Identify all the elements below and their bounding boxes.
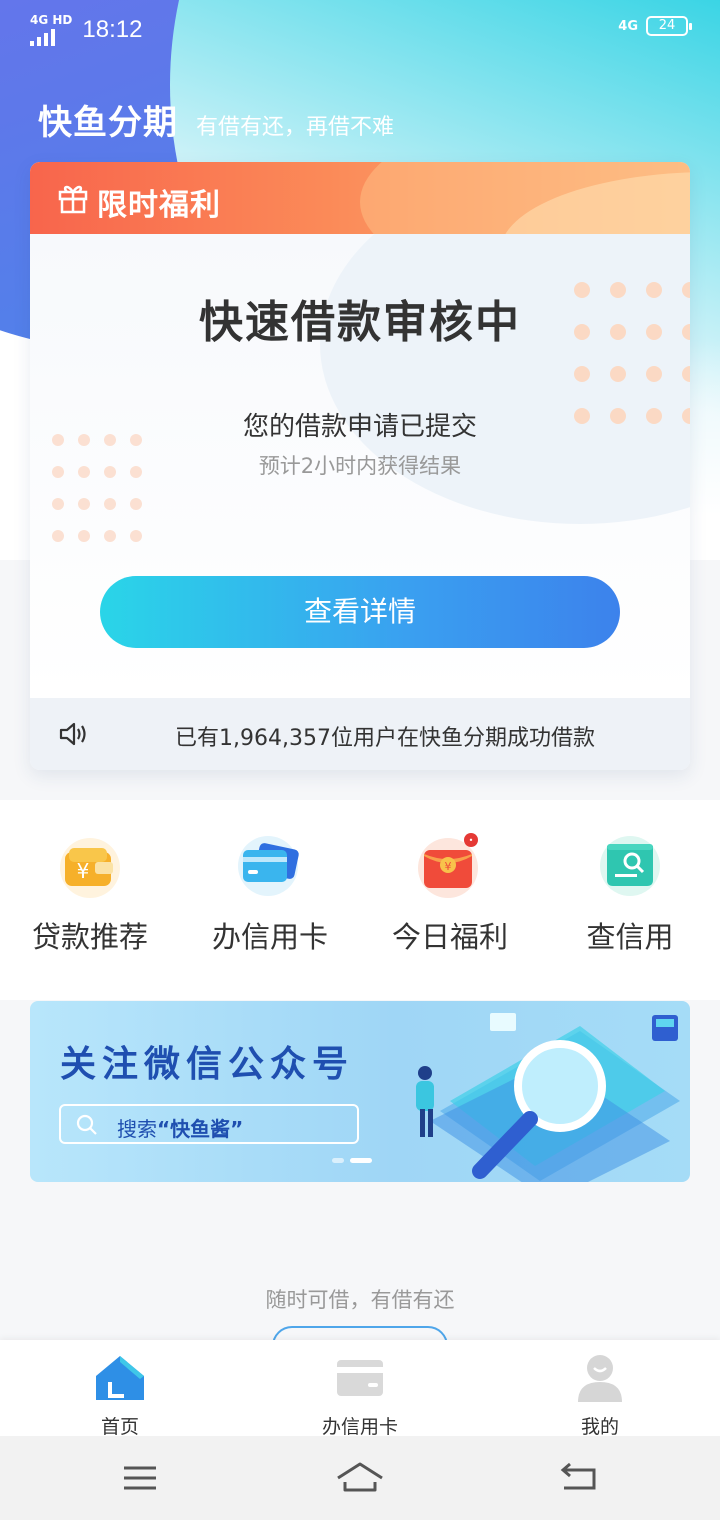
tab-label: 首页	[100, 1416, 139, 1438]
magnifier-illustration	[416, 1013, 680, 1182]
tab-profile[interactable]: 我的	[480, 1352, 720, 1439]
eta-text: 预计2小时内获得结果	[258, 454, 462, 478]
network-4g-icon: 4G	[618, 18, 638, 34]
banner-search-keyword: “快鱼酱”	[157, 1117, 244, 1141]
quick-action-credit-card[interactable]: 办信用卡	[180, 830, 360, 956]
svg-text:•: •	[469, 836, 474, 845]
status-bar: 4G HD 18:12 4G 24	[0, 0, 720, 56]
tab-credit-card[interactable]: 办信用卡	[240, 1352, 480, 1439]
tab-home[interactable]: 首页	[0, 1352, 240, 1439]
back-icon[interactable]	[550, 1456, 610, 1500]
notice-text: 已有1,964,357位用户在快鱼分期成功借款	[175, 726, 595, 751]
credit-report-icon	[595, 830, 665, 900]
svg-text:¥: ¥	[77, 859, 90, 883]
view-details-button[interactable]: 查看详情	[100, 576, 620, 648]
quick-action-label: 今日福利	[391, 920, 508, 954]
banner-search-prefix: 搜索	[117, 1117, 157, 1141]
gift-icon	[58, 185, 88, 214]
promo-header: 限时福利	[30, 162, 690, 234]
system-navigation-bar	[0, 1436, 720, 1520]
search-icon	[76, 1114, 97, 1135]
tab-label: 办信用卡	[321, 1416, 398, 1438]
tagline: 随时可借，有借有还	[265, 1288, 455, 1312]
yuan-wallet-icon: ¥	[55, 830, 125, 900]
signal-icon: 4G HD	[30, 14, 72, 46]
app-slogan: 有借有还，再借不难	[196, 115, 395, 140]
quick-actions: ¥ 贷款推荐 办信用卡 ¥ • 今日福利 查信用	[0, 800, 720, 1000]
menu-icon[interactable]	[110, 1456, 170, 1500]
user-count-notice: 已有1,964,357位用户在快鱼分期成功借款	[30, 698, 690, 770]
wechat-follow-banner[interactable]: 关注微信公众号 搜索“快鱼酱”	[30, 1001, 690, 1182]
quick-action-label: 贷款推荐	[31, 920, 148, 954]
profile-icon	[578, 1355, 622, 1402]
loan-status-card: 限时福利 快速借款审核中 您的借款申请已提交 预计2小时内获得结果 查看详情 已…	[30, 162, 690, 770]
submitted-text: 您的借款申请已提交	[242, 412, 477, 442]
loan-status-body: 快速借款审核中 您的借款申请已提交 预计2小时内获得结果 查看详情	[30, 234, 690, 698]
quick-action-label: 查信用	[586, 920, 674, 954]
card-icon	[337, 1360, 383, 1396]
review-title: 快速借款审核中	[199, 297, 521, 348]
banner-pagination	[332, 1158, 372, 1163]
app-title: 快鱼分期	[38, 103, 178, 143]
promo-badge: 限时福利	[97, 188, 221, 223]
banner-search-box: 搜索“快鱼酱”	[59, 1104, 359, 1144]
home-icon	[96, 1356, 144, 1400]
battery-icon: 24	[646, 16, 692, 36]
quick-action-credit-check[interactable]: 查信用	[540, 830, 720, 956]
banner-title: 关注微信公众号	[60, 1044, 355, 1085]
network-type: 4G HD	[30, 13, 73, 27]
tab-label: 我的	[580, 1416, 619, 1438]
quick-action-label: 办信用卡	[211, 920, 328, 954]
banner-search-text: 搜索“快鱼酱”	[117, 1113, 243, 1142]
red-envelope-icon: ¥ •	[415, 830, 485, 900]
credit-card-icon	[235, 830, 305, 900]
quick-action-daily-benefit[interactable]: ¥ • 今日福利	[360, 830, 540, 956]
quick-action-loan-recommend[interactable]: ¥ 贷款推荐	[0, 830, 180, 956]
home-nav-icon[interactable]	[330, 1456, 390, 1500]
svg-text:¥: ¥	[445, 860, 452, 873]
bottom-tab-bar: 首页 办信用卡 我的	[0, 1340, 720, 1439]
clock: 18:12	[82, 16, 143, 43]
